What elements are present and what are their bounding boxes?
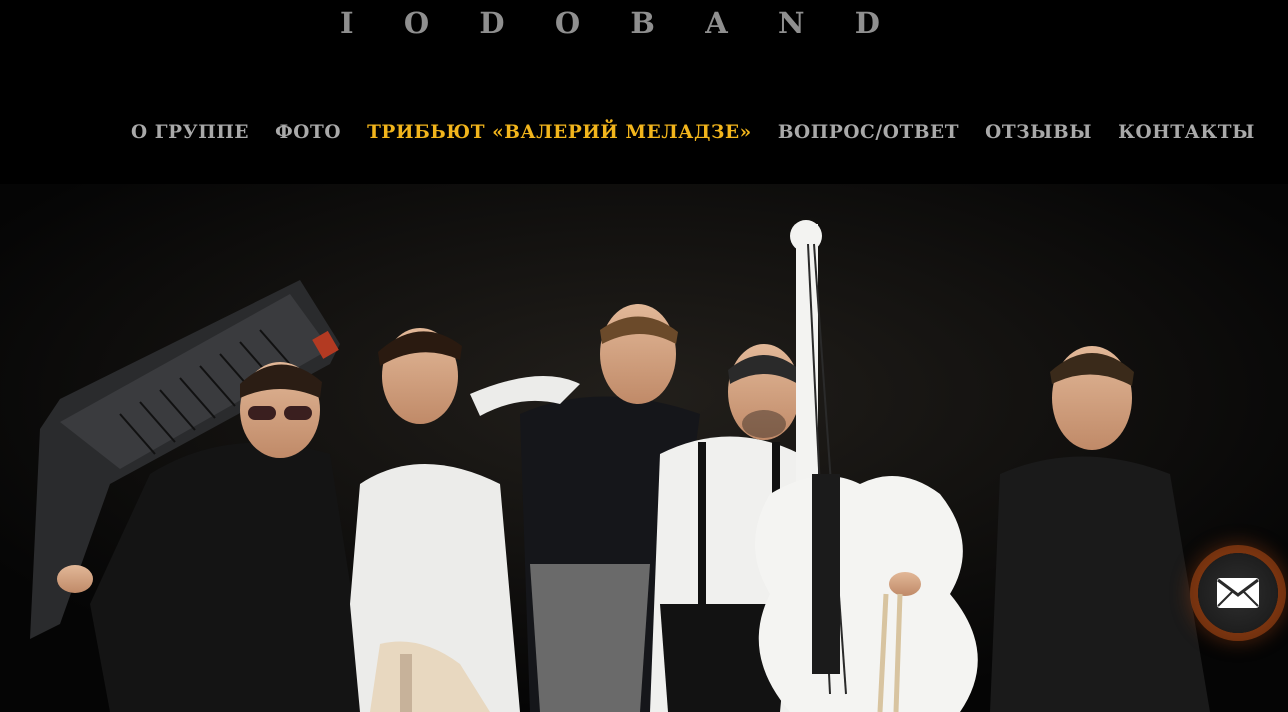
- nav-item-about[interactable]: О ГРУППЕ: [131, 122, 249, 143]
- site-header: I O D O B A N D О ГРУППЕ ФОТО ТРИБЬЮТ «В…: [0, 0, 1288, 184]
- logo-letter: I: [340, 6, 354, 40]
- logo-letter: D: [479, 6, 505, 40]
- nav-item-tribute[interactable]: ТРИБЬЮТ «ВАЛЕРИЙ МЕЛАДЗЕ»: [367, 122, 752, 143]
- site-logo[interactable]: I O D O B A N D: [340, 6, 880, 40]
- nav-item-contacts[interactable]: КОНТАКТЫ: [1118, 122, 1255, 143]
- envelope-icon: [1217, 578, 1259, 608]
- logo-letter: D: [854, 6, 880, 40]
- logo-letter: B: [630, 6, 655, 40]
- logo-letter: N: [777, 6, 805, 40]
- logo-letter: O: [554, 6, 581, 40]
- main-nav: О ГРУППЕ ФОТО ТРИБЬЮТ «ВАЛЕРИЙ МЕЛАДЗЕ» …: [131, 122, 1281, 143]
- logo-letter: A: [705, 6, 728, 40]
- nav-item-photo[interactable]: ФОТО: [275, 122, 341, 143]
- band-photo-illustration: [0, 184, 1288, 712]
- logo-letter: O: [403, 6, 430, 40]
- hero-band-photo: [0, 184, 1288, 712]
- nav-item-reviews[interactable]: ОТЗЫВЫ: [985, 122, 1092, 143]
- contact-widget-button[interactable]: [1198, 553, 1278, 633]
- nav-item-faq[interactable]: ВОПРОС/ОТВЕТ: [778, 122, 959, 143]
